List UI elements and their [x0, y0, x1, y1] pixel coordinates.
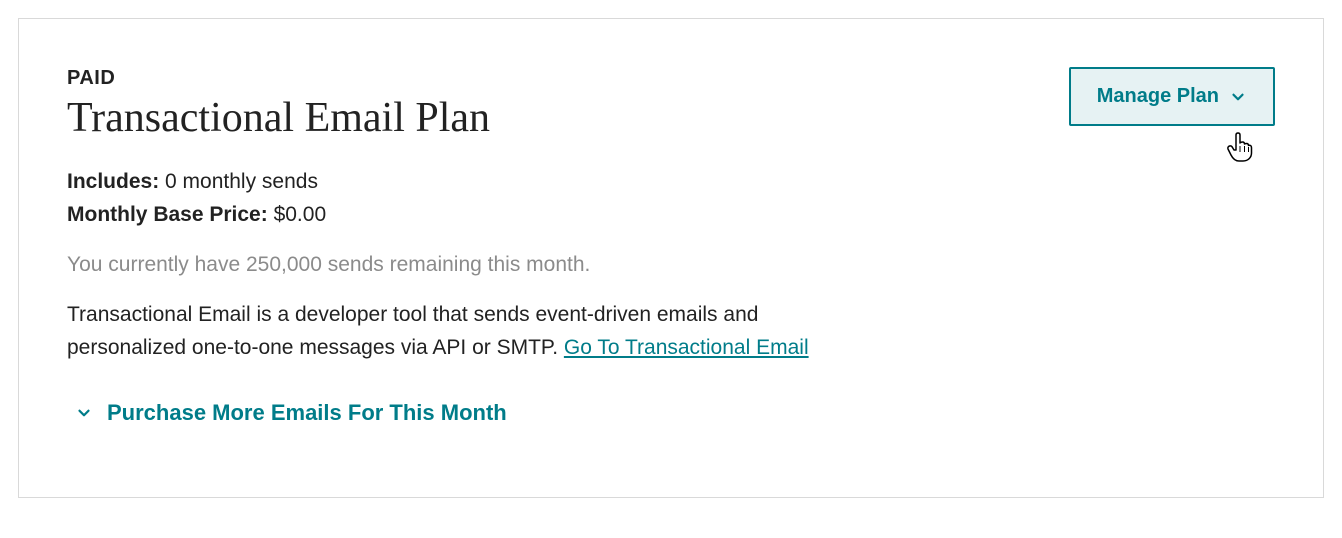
- plan-badge: PAID: [67, 67, 847, 90]
- plan-card: PAID Transactional Email Plan Includes: …: [18, 18, 1324, 498]
- purchase-more-label: Purchase More Emails For This Month: [107, 400, 507, 426]
- manage-plan-label: Manage Plan: [1097, 85, 1219, 108]
- includes-value: 0 monthly sends: [165, 170, 318, 193]
- plan-title: Transactional Email Plan: [67, 94, 847, 142]
- plan-details: Includes: 0 monthly sends Monthly Base P…: [67, 166, 847, 231]
- plan-card-header: PAID Transactional Email Plan Includes: …: [67, 67, 1275, 426]
- plan-info: PAID Transactional Email Plan Includes: …: [67, 67, 847, 426]
- remaining-text: You currently have 250,000 sends remaini…: [67, 253, 847, 277]
- price-value: $0.00: [274, 203, 327, 226]
- includes-label: Includes:: [67, 170, 159, 193]
- price-label: Monthly Base Price:: [67, 203, 268, 226]
- purchase-more-button[interactable]: Purchase More Emails For This Month: [75, 400, 847, 426]
- includes-row: Includes: 0 monthly sends: [67, 166, 847, 199]
- manage-plan-button[interactable]: Manage Plan: [1069, 67, 1275, 126]
- plan-description: Transactional Email is a developer tool …: [67, 299, 847, 364]
- price-row: Monthly Base Price: $0.00: [67, 199, 847, 232]
- go-to-transactional-email-link[interactable]: Go To Transactional Email: [564, 336, 809, 359]
- chevron-down-icon: [75, 404, 93, 422]
- chevron-down-icon: [1229, 88, 1247, 106]
